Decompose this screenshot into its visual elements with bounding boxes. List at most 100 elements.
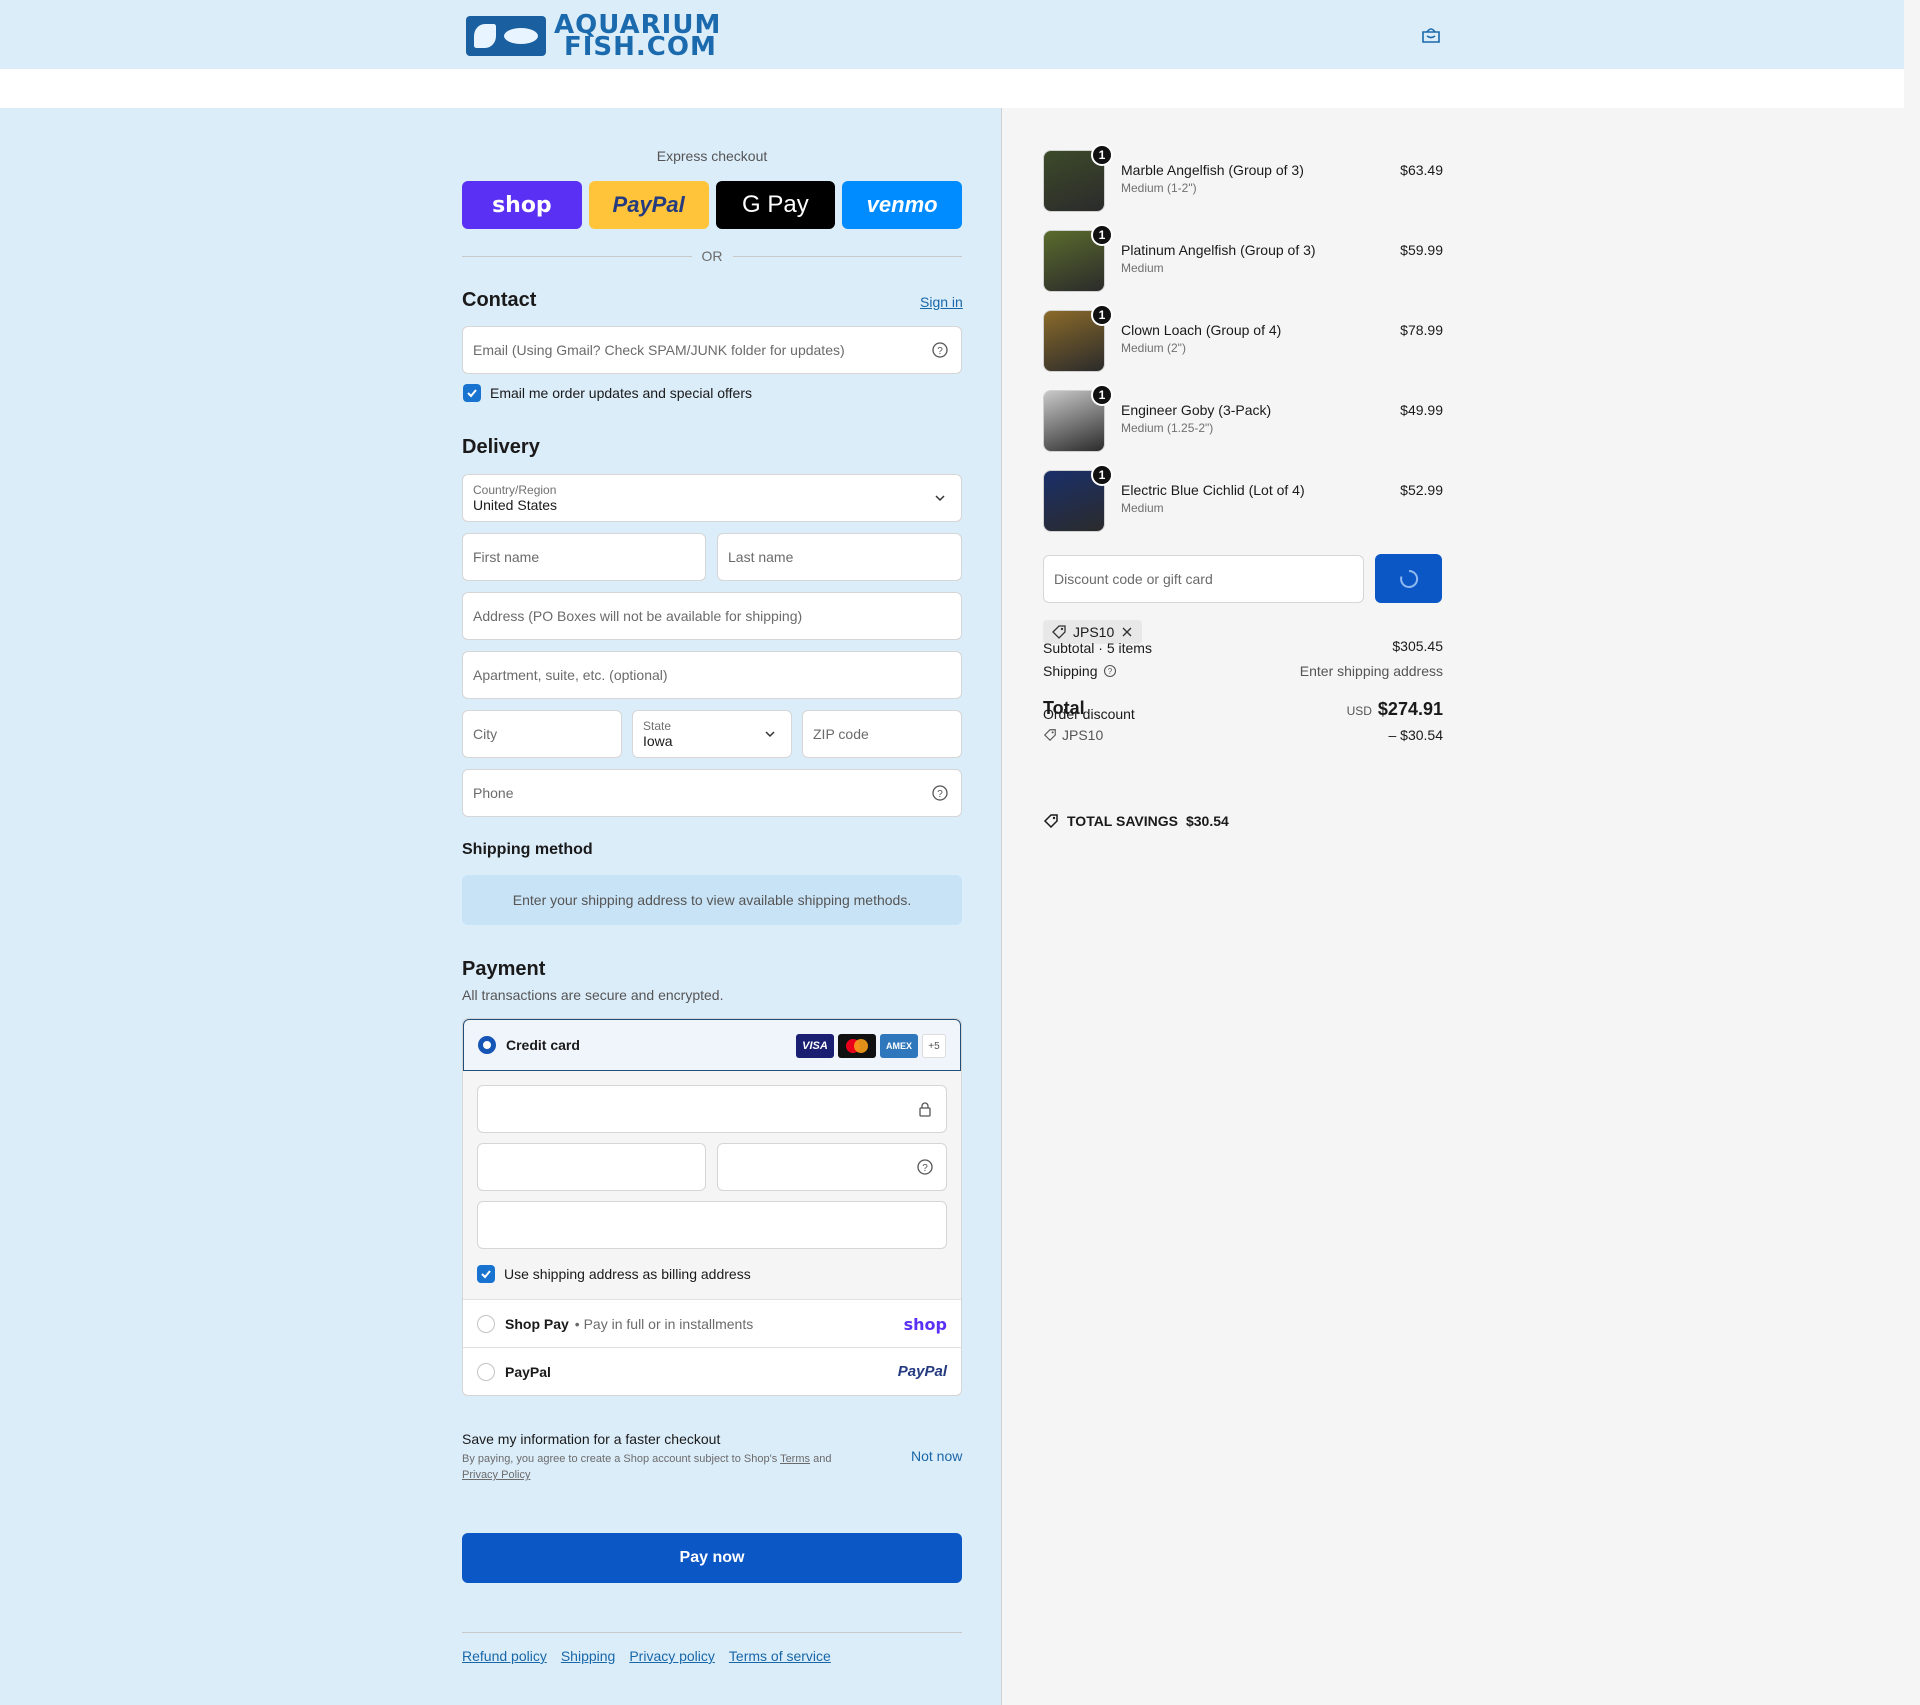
google-pay-express-button[interactable]: G Pay bbox=[715, 181, 836, 229]
shop-privacy-link[interactable]: Privacy Policy bbox=[462, 1469, 530, 1481]
city-field[interactable]: City bbox=[462, 710, 622, 758]
refund-policy-link[interactable]: Refund policy bbox=[462, 1648, 547, 1664]
card-number-field[interactable] bbox=[477, 1085, 947, 1133]
email-field[interactable]: Email (Using Gmail? Check SPAM/JUNK fold… bbox=[462, 326, 962, 374]
tag-icon bbox=[1052, 625, 1066, 639]
shop-pay-option[interactable]: Shop Pay • Pay in full or in installment… bbox=[463, 1299, 961, 1347]
shipping-method-heading: Shipping method bbox=[462, 841, 593, 858]
product-price: $52.99 bbox=[1400, 482, 1443, 498]
security-code-field[interactable]: ? bbox=[717, 1143, 947, 1191]
quantity-badge: 1 bbox=[1091, 464, 1113, 486]
last-name-field[interactable]: Last name bbox=[717, 533, 962, 581]
cart-line-item: 1 Clown Loach (Group of 4) Medium (2") $… bbox=[1043, 304, 1443, 372]
chevron-down-icon bbox=[765, 731, 775, 738]
or-divider: OR bbox=[462, 248, 962, 264]
cart-line-item: 1 Engineer Goby (3-Pack) Medium (1.25-2"… bbox=[1043, 384, 1443, 452]
quantity-badge: 1 bbox=[1091, 384, 1113, 406]
discount-code-row: JPS10 bbox=[1043, 727, 1103, 743]
first-name-field[interactable]: First name bbox=[462, 533, 706, 581]
cart-line-item: 1 Platinum Angelfish (Group of 3) Medium… bbox=[1043, 224, 1443, 292]
product-name: Clown Loach (Group of 4) bbox=[1121, 322, 1282, 338]
card-brand-logos: VISA AMEX +5 bbox=[796, 1034, 946, 1058]
currency-code: USD bbox=[1346, 704, 1372, 718]
state-select[interactable]: State Iowa bbox=[632, 710, 792, 758]
help-circle-icon[interactable]: ? bbox=[931, 784, 949, 802]
site-logo[interactable]: AQUARIUM FISH.COM bbox=[466, 12, 721, 62]
shop-pay-express-button[interactable]: shop bbox=[462, 181, 582, 229]
subtotal-label: Subtotal · 5 items bbox=[1043, 640, 1152, 656]
cart-bag-icon[interactable] bbox=[1421, 26, 1441, 44]
apply-discount-button[interactable] bbox=[1375, 554, 1442, 603]
shipping-policy-link[interactable]: Shipping bbox=[561, 1648, 616, 1664]
product-price: $59.99 bbox=[1400, 242, 1443, 258]
shop-logo-icon: shop bbox=[903, 1315, 947, 1334]
close-icon[interactable] bbox=[1120, 625, 1134, 639]
more-cards-badge: +5 bbox=[922, 1034, 946, 1058]
email-updates-checkbox-row[interactable]: Email me order updates and special offer… bbox=[463, 384, 752, 402]
paypal-option[interactable]: PayPal PayPal bbox=[463, 1347, 961, 1395]
checkbox-checked-icon[interactable] bbox=[463, 384, 481, 402]
lock-icon bbox=[919, 1102, 931, 1117]
name-on-card-field[interactable] bbox=[477, 1201, 947, 1249]
shipping-value: Enter shipping address bbox=[1299, 663, 1443, 679]
subtotal-value: $305.45 bbox=[1392, 638, 1443, 654]
product-variant: Medium bbox=[1121, 261, 1164, 275]
loading-spinner-icon bbox=[1399, 569, 1418, 588]
phone-field[interactable]: Phone ? bbox=[462, 769, 962, 817]
zip-code-field[interactable]: ZIP code bbox=[802, 710, 962, 758]
help-circle-icon[interactable]: ? bbox=[1103, 664, 1117, 678]
logo-line2: FISH.COM bbox=[564, 32, 717, 62]
amex-logo-icon: AMEX bbox=[880, 1034, 918, 1058]
cart-line-item: 1 Electric Blue Cichlid (Lot of 4) Mediu… bbox=[1043, 464, 1443, 532]
product-variant: Medium (2") bbox=[1121, 341, 1186, 355]
radio-unselected-icon[interactable] bbox=[477, 1362, 495, 1381]
shipping-method-notice: Enter your shipping address to view avai… bbox=[462, 875, 962, 925]
shop-terms-link[interactable]: Terms bbox=[780, 1453, 810, 1465]
express-checkout-buttons: shop PayPal G Pay venmo bbox=[462, 181, 962, 229]
venmo-express-button[interactable]: venmo bbox=[842, 181, 962, 229]
expiration-date-field[interactable] bbox=[477, 1143, 706, 1191]
product-name: Platinum Angelfish (Group of 3) bbox=[1121, 242, 1316, 258]
paypal-express-button[interactable]: PayPal bbox=[588, 181, 709, 229]
order-discount-label: Order discount bbox=[1043, 706, 1135, 722]
address-field[interactable]: Address (PO Boxes will not be available … bbox=[462, 592, 962, 640]
svg-text:?: ? bbox=[937, 789, 943, 800]
product-name: Engineer Goby (3-Pack) bbox=[1121, 402, 1272, 418]
credit-card-option[interactable]: Credit card VISA AMEX +5 bbox=[463, 1019, 961, 1071]
product-price: $49.99 bbox=[1400, 402, 1443, 418]
tag-icon bbox=[1043, 729, 1056, 742]
header-divider-strip bbox=[0, 69, 1904, 108]
product-name: Marble Angelfish (Group of 3) bbox=[1121, 162, 1304, 178]
sign-in-link[interactable]: Sign in bbox=[920, 294, 963, 310]
visa-logo-icon: VISA bbox=[796, 1034, 834, 1058]
apartment-field[interactable]: Apartment, suite, etc. (optional) bbox=[462, 651, 962, 699]
delivery-heading: Delivery bbox=[462, 436, 540, 458]
shipping-row: Shipping ? bbox=[1043, 663, 1117, 679]
help-circle-icon[interactable]: ? bbox=[931, 341, 949, 359]
terms-of-service-link[interactable]: Terms of service bbox=[729, 1648, 831, 1664]
svg-text:?: ? bbox=[922, 1163, 928, 1174]
country-select[interactable]: Country/Region United States bbox=[462, 474, 962, 522]
paypal-logo-icon: PayPal bbox=[897, 1363, 947, 1380]
svg-text:?: ? bbox=[937, 346, 943, 357]
save-info-terms: By paying, you agree to create a Shop ac… bbox=[462, 1453, 832, 1481]
privacy-policy-link[interactable]: Privacy policy bbox=[629, 1648, 715, 1664]
checkbox-checked-icon[interactable] bbox=[477, 1265, 495, 1283]
discount-value: – $30.54 bbox=[1388, 727, 1444, 743]
radio-unselected-icon[interactable] bbox=[477, 1314, 495, 1333]
express-checkout-title: Express checkout bbox=[656, 148, 768, 164]
credit-card-form: ? Use shipping address as billing addres… bbox=[463, 1071, 961, 1299]
discount-code-input[interactable]: Discount code or gift card bbox=[1043, 555, 1364, 603]
radio-selected-icon[interactable] bbox=[478, 1036, 496, 1054]
footer-divider bbox=[462, 1632, 962, 1633]
product-name: Electric Blue Cichlid (Lot of 4) bbox=[1121, 482, 1305, 498]
billing-address-checkbox-row[interactable]: Use shipping address as billing address bbox=[477, 1265, 751, 1283]
help-circle-icon[interactable]: ? bbox=[916, 1158, 934, 1176]
pay-now-button[interactable]: Pay now bbox=[462, 1533, 962, 1583]
quantity-badge: 1 bbox=[1091, 224, 1113, 246]
quantity-badge: 1 bbox=[1091, 144, 1113, 166]
site-header: AQUARIUM FISH.COM bbox=[0, 0, 1904, 69]
not-now-button[interactable]: Not now bbox=[911, 1448, 962, 1464]
svg-text:?: ? bbox=[1107, 667, 1112, 676]
total-value-row: USD $274.91 bbox=[1243, 699, 1443, 720]
